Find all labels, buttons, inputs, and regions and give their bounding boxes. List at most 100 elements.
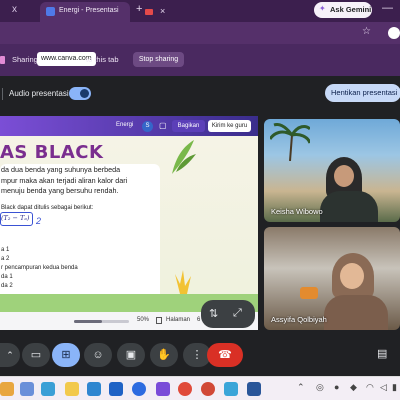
tab-close-icon[interactable]: x <box>12 4 17 15</box>
meet-presentation-bar: Audio presentasi Hentikan presentasi <box>0 76 400 116</box>
audio-presentation-toggle[interactable] <box>69 87 91 100</box>
chrome-icon[interactable] <box>178 382 192 396</box>
chrome-icon[interactable] <box>201 382 215 396</box>
participant-face <box>340 263 364 289</box>
expand-icon[interactable]: ⤢ <box>233 307 242 320</box>
chat-icon[interactable]: ▤ <box>377 347 387 360</box>
list-item: da 1 <box>1 274 13 280</box>
tab-previous[interactable]: x <box>0 4 36 18</box>
tab-sharing-bar: Sharing www.canva.com to this tab Stop s… <box>0 44 400 76</box>
camera-button[interactable]: ▭ <box>22 343 50 367</box>
browser-tab-strip: x Energi - Presentasi × + ✦ Ask Gemini — <box>0 0 400 22</box>
fireplace-background <box>300 287 318 299</box>
slide-subheading: Black dapat ditulis sebagai berikut: <box>1 205 94 211</box>
list-item: a 1 <box>1 247 10 253</box>
camera-icon: ▭ <box>30 349 42 361</box>
mic-options-chevron-icon[interactable]: ⌃ <box>0 343 20 367</box>
participant-face <box>334 165 354 187</box>
sharing-label: Sharing <box>12 55 38 64</box>
hand-icon: ✋ <box>157 349 171 361</box>
present-button[interactable]: ⊞ <box>52 343 80 367</box>
canva-top-bar: Energi S ▢ Bagikan Kirim ke guru <box>0 116 258 136</box>
screen-share-controls: ⇅ ⤢ <box>201 300 255 328</box>
list-item: a 2 <box>1 256 10 262</box>
profile-avatar[interactable] <box>388 27 400 39</box>
tab-close-button[interactable]: × <box>160 6 165 16</box>
meet-controls-bar: ⌃ ▭ ⊞ ☺ ▣ ✋ ⋮ ☎ ▤ <box>0 334 400 376</box>
sharing-indicator-icon <box>0 56 5 64</box>
canva-doc-title: Energi <box>116 122 134 128</box>
captions-button[interactable]: ▣ <box>117 343 145 367</box>
page-label: Halaman <box>166 317 191 323</box>
participant-name: Assyifa Qolbiyah <box>271 315 327 324</box>
ask-gemini-label: Ask Gemini <box>330 5 372 14</box>
participant-body <box>324 295 388 330</box>
zoom-icon[interactable] <box>132 382 146 396</box>
taskbar-app-icon[interactable] <box>224 382 238 396</box>
file-explorer-icon[interactable] <box>65 382 79 396</box>
canva-user-avatar: S <box>142 121 153 132</box>
windows-taskbar: ⌃ ◎ ● ◆ ◠ ◁ ▮ <box>0 376 400 400</box>
taskbar-app-icon[interactable] <box>0 382 14 396</box>
emoji-icon: ☺ <box>92 349 104 361</box>
dropbox-icon[interactable] <box>109 382 123 396</box>
wifi-icon[interactable]: ◠ <box>366 382 374 393</box>
divider <box>2 88 3 100</box>
volume-icon[interactable]: ◁ <box>380 382 387 393</box>
present-icon: ⊞ <box>61 349 71 361</box>
zoom-slider <box>74 320 129 323</box>
battery-icon[interactable]: ▮ <box>392 382 397 393</box>
end-call-icon: ☎ <box>218 349 232 361</box>
zoom-slider-fill <box>74 320 102 323</box>
page-icon <box>156 317 162 324</box>
taskbar-app-icon[interactable] <box>156 382 170 396</box>
tab-title: Energi - Presentasi <box>59 7 119 14</box>
stop-sharing-button[interactable]: Stop sharing <box>133 52 184 67</box>
toggle-knob <box>80 89 89 98</box>
participant-tile[interactable]: Assyifa Qolbiyah <box>264 227 400 330</box>
taskbar-app-icon[interactable] <box>41 382 55 396</box>
microphone-icon[interactable]: ● <box>334 382 339 392</box>
canva-send-to-teacher-button: Kirim ke guru <box>208 120 251 132</box>
slide-title: AS BLACK <box>0 142 104 163</box>
canva-favicon-icon <box>46 7 55 16</box>
list-item: r pencampuran kedua benda <box>1 265 78 271</box>
bookmark-star-icon[interactable]: ☆ <box>362 26 371 37</box>
participant-name: Keisha Wibowo <box>271 207 323 216</box>
browser-toolbar: ☆ <box>0 22 400 44</box>
taskbar-app-icon[interactable] <box>20 382 34 396</box>
emoji-button[interactable]: ☺ <box>84 343 112 367</box>
recording-indicator-icon <box>145 9 153 15</box>
participant-body <box>320 191 378 222</box>
tab-energi-presentasi[interactable]: Energi - Presentasi × <box>40 2 165 22</box>
gemini-sparkle-icon: ✦ <box>319 4 326 13</box>
audio-presentation-label: Audio presentasi <box>9 89 69 98</box>
location-icon[interactable]: ◆ <box>350 382 357 393</box>
slide-text-card: da dua benda yang suhunya berbeda mpur m… <box>0 164 160 312</box>
paragraph-line: da dua benda yang suhunya berbeda <box>1 165 121 174</box>
shared-screen: Energi S ▢ Bagikan Kirim ke guru AS BLAC… <box>0 116 258 330</box>
taskbar-app-icon[interactable] <box>87 382 101 396</box>
tray-chevron-icon[interactable]: ⌃ <box>297 382 305 393</box>
slide-list: a 1 a 2 r pencampuran kedua benda da 1 d… <box>1 246 78 291</box>
palm-tree-background <box>270 123 310 161</box>
word-icon[interactable] <box>247 382 261 396</box>
slide-paragraph: da dua benda yang suhunya berbeda mpur m… <box>1 165 153 197</box>
window-minimize-button[interactable]: — <box>382 2 393 14</box>
end-call-button[interactable]: ☎ <box>207 343 243 367</box>
new-tab-button[interactable]: + <box>136 3 142 15</box>
swap-icon[interactable]: ⇅ <box>209 307 218 320</box>
leaf-decoration <box>172 140 196 174</box>
participant-tile[interactable]: Keisha Wibowo <box>264 119 400 222</box>
stop-presenting-button[interactable]: Hentikan presentasi <box>325 84 400 102</box>
ask-gemini-button[interactable]: ✦ Ask Gemini <box>314 2 372 18</box>
canva-share-button: Bagikan <box>172 120 205 132</box>
page-number: 6 <box>197 317 201 323</box>
raise-hand-button[interactable]: ✋ <box>150 343 178 367</box>
more-vert-icon: ⋮ <box>191 349 203 361</box>
plant-decoration <box>175 270 191 294</box>
handwritten-annotation: 2 <box>36 216 42 226</box>
tray-app-icon[interactable]: ◎ <box>316 382 324 393</box>
paragraph-line: mpur maka akan terjadi aliran kalor dari <box>1 175 128 185</box>
comment-icon: ▢ <box>159 121 167 130</box>
